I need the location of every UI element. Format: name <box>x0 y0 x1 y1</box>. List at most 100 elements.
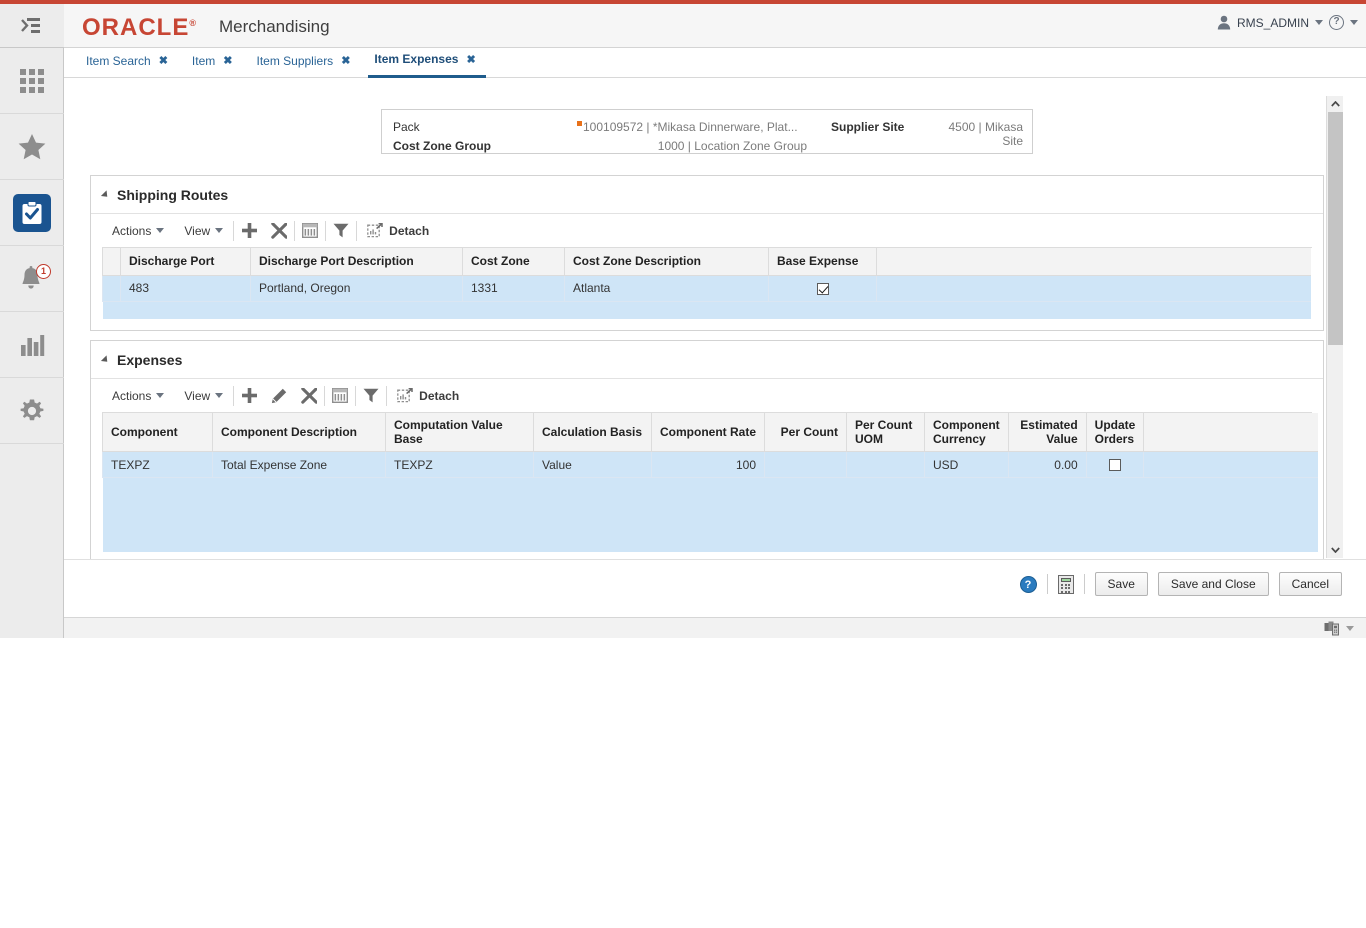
save-and-close-button[interactable]: Save and Close <box>1157 572 1269 596</box>
view-label: View <box>184 223 211 238</box>
cell-base-expense[interactable] <box>768 275 877 302</box>
expenses-collapse-icon[interactable] <box>100 354 111 365</box>
detach-icon <box>367 223 383 238</box>
expenses-view-menu[interactable]: View <box>174 385 233 407</box>
cell-component-currency[interactable]: USD <box>924 451 1009 478</box>
tab-close-icon[interactable]: ✖ <box>157 54 178 73</box>
sidebar-item-settings[interactable] <box>0 378 64 444</box>
user-menu-chevron-down-icon[interactable] <box>1315 20 1323 25</box>
shipping-routes-view-menu[interactable]: View <box>174 220 233 242</box>
chevron-up-icon <box>1331 101 1340 107</box>
oracle-logo: ORACLE® <box>82 14 197 42</box>
column-header-discharge-port-description[interactable]: Discharge Port Description <box>250 248 463 276</box>
shipping-routes-columns-button[interactable] <box>295 219 325 243</box>
column-header-component-currency[interactable]: Component Currency <box>924 413 1009 452</box>
expenses-filter-button[interactable] <box>356 384 386 408</box>
cell-cost-zone-description[interactable]: Atlanta <box>564 275 769 302</box>
column-header-update-orders[interactable]: Update Orders <box>1085 413 1145 452</box>
username-label[interactable]: RMS_ADMIN <box>1237 16 1309 30</box>
sidebar-item-tasks[interactable] <box>0 180 64 246</box>
expenses-table: Component Component Description Computat… <box>102 413 1318 552</box>
column-header-base-expense[interactable]: Base Expense <box>768 248 877 276</box>
chevron-down-icon <box>1331 547 1340 553</box>
tab-item-search[interactable]: Item Search ✖ <box>80 49 178 78</box>
chevron-down-icon[interactable] <box>1346 626 1354 631</box>
column-header-component-description[interactable]: Component Description <box>212 413 386 452</box>
help-circle-icon[interactable]: ? <box>1019 575 1037 593</box>
help-menu-chevron-down-icon[interactable] <box>1350 20 1358 25</box>
sidebar-item-favorites[interactable] <box>0 114 64 180</box>
expenses-edit-button[interactable] <box>264 384 294 408</box>
shipping-routes-actions-menu[interactable]: Actions <box>102 220 174 242</box>
column-header-discharge-port[interactable]: Discharge Port <box>120 248 251 276</box>
shipping-routes-delete-button[interactable] <box>264 219 294 243</box>
tab-label[interactable]: Item Expenses <box>368 52 464 72</box>
calculator-icon[interactable] <box>1057 574 1074 594</box>
supplier-site-label: Supplier Site <box>831 120 905 134</box>
table-row[interactable]: 483 Portland, Oregon 1331 Atlanta <box>102 275 1311 302</box>
server-printer-icon[interactable] <box>1324 621 1341 636</box>
column-header-component[interactable]: Component <box>102 413 213 452</box>
base-expense-checkbox[interactable] <box>816 282 829 295</box>
row-select-header <box>102 248 121 276</box>
expenses-actions-menu[interactable]: Actions <box>102 385 174 407</box>
save-button[interactable]: Save <box>1094 572 1148 596</box>
tab-list: Item Search ✖ Item ✖ Item Suppliers ✖ It… <box>64 48 1366 78</box>
scroll-thumb[interactable] <box>1328 112 1343 345</box>
column-header-per-count[interactable]: Per Count <box>764 413 847 452</box>
table-row[interactable]: TEXPZ Total Expense Zone TEXPZ Value 100… <box>102 451 1318 478</box>
update-orders-checkbox[interactable] <box>1108 459 1121 472</box>
row-select-cell[interactable] <box>102 275 121 302</box>
column-header-cost-zone-description[interactable]: Cost Zone Description <box>564 248 769 276</box>
column-header-cost-zone[interactable]: Cost Zone <box>462 248 565 276</box>
content-vertical-scrollbar[interactable] <box>1326 96 1343 558</box>
tab-label[interactable]: Item Suppliers <box>250 54 339 74</box>
shipping-routes-detach-button[interactable]: Detach <box>357 223 439 238</box>
tab-close-icon[interactable]: ✖ <box>221 54 242 73</box>
cell-computation-value-base[interactable]: TEXPZ <box>385 451 534 478</box>
column-header-calculation-basis[interactable]: Calculation Basis <box>533 413 652 452</box>
expenses-columns-button[interactable] <box>325 384 355 408</box>
cell-discharge-port[interactable]: 483 <box>120 275 251 302</box>
sidebar-item-apps[interactable] <box>0 48 64 114</box>
column-header-per-count-uom[interactable]: Per Count UOM <box>846 413 925 452</box>
tab-label[interactable]: Item <box>186 54 221 74</box>
cell-component-description[interactable]: Total Expense Zone <box>212 451 386 478</box>
calculator-keys <box>1061 583 1071 593</box>
tab-item[interactable]: Item ✖ <box>186 49 243 78</box>
cell-component-rate[interactable]: 100 <box>651 451 765 478</box>
cell-component[interactable]: TEXPZ <box>102 451 213 478</box>
expenses-detach-button[interactable]: Detach <box>387 388 469 403</box>
header-right-group: RMS_ADMIN ? <box>1217 15 1358 30</box>
left-sidebar: 1 <box>0 4 64 638</box>
column-header-computation-value-base[interactable]: Computation Value Base <box>385 413 534 452</box>
shipping-routes-add-button[interactable] <box>234 219 264 243</box>
shipping-routes-filter-button[interactable] <box>326 219 356 243</box>
column-header-estimated-value[interactable]: Estimated Value <box>1007 413 1087 452</box>
shipping-routes-collapse-icon[interactable] <box>100 189 111 200</box>
tab-item-expenses[interactable]: Item Expenses ✖ <box>368 49 486 78</box>
cell-per-count-uom[interactable] <box>846 451 925 478</box>
sidebar-item-notifications[interactable]: 1 <box>0 246 64 312</box>
scroll-down-button[interactable] <box>1327 542 1344 558</box>
tab-close-icon[interactable]: ✖ <box>464 53 485 72</box>
help-icon[interactable]: ? <box>1329 15 1344 30</box>
scroll-up-button[interactable] <box>1327 96 1344 112</box>
cell-cost-zone[interactable]: 1331 <box>462 275 565 302</box>
status-bar <box>64 617 1366 638</box>
expenses-add-button[interactable] <box>234 384 264 408</box>
cell-per-count[interactable] <box>764 451 847 478</box>
cell-calculation-basis[interactable]: Value <box>533 451 652 478</box>
cancel-button[interactable]: Cancel <box>1278 572 1342 596</box>
cell-update-orders[interactable] <box>1085 451 1145 478</box>
sidebar-item-reports[interactable] <box>0 312 64 378</box>
cell-discharge-port-description[interactable]: Portland, Oregon <box>250 275 463 302</box>
tab-label[interactable]: Item Search <box>80 54 157 74</box>
expenses-delete-button[interactable] <box>294 384 324 408</box>
tab-close-icon[interactable]: ✖ <box>339 54 360 73</box>
collapse-menu-button[interactable] <box>0 4 64 48</box>
tab-item-suppliers[interactable]: Item Suppliers ✖ <box>250 49 360 78</box>
cell-estimated-value[interactable]: 0.00 <box>1007 451 1087 478</box>
column-header-component-rate[interactable]: Component Rate <box>651 413 765 452</box>
